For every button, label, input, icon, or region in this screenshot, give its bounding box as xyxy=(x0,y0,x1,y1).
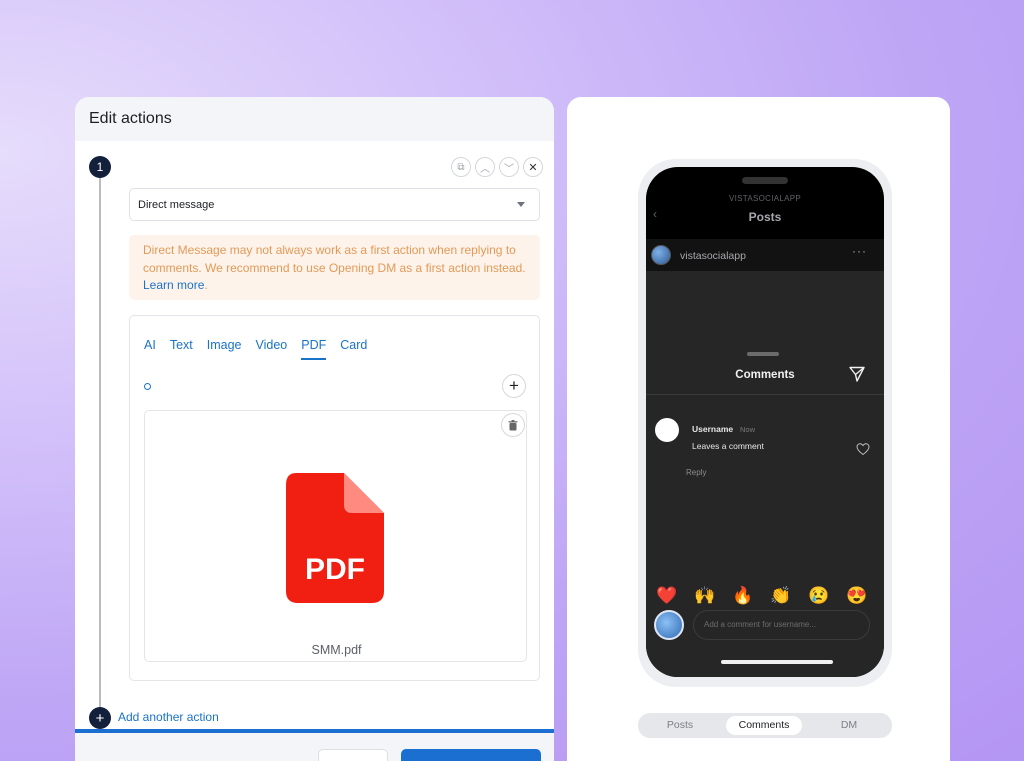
step-controls: ⧉ ︿ ﹀ ✕ xyxy=(451,157,543,177)
heart-icon xyxy=(856,443,870,456)
warning-banner: Direct Message may not always work as a … xyxy=(129,235,540,300)
comment-username: Username xyxy=(692,424,734,434)
emoji-heart: ❤️ xyxy=(656,586,678,605)
move-up-icon[interactable]: ︿ xyxy=(475,157,495,177)
chevron-down-icon xyxy=(517,202,525,207)
post-username: vistasocialapp xyxy=(680,250,746,262)
step-connector-line xyxy=(99,178,101,708)
edit-actions-panel: Edit actions 1 ⧉ ︿ ﹀ ✕ Direct message Di… xyxy=(75,97,554,761)
action-type-select[interactable]: Direct message xyxy=(129,188,540,221)
emoji-fire: 🔥 xyxy=(732,586,754,605)
preview-panel: ‹ VISTASOCIALAPP Posts vistasocialapp ··… xyxy=(567,97,950,761)
commenter-avatar xyxy=(655,418,679,442)
content-type-tabs: AI Text Image Video PDF Card xyxy=(144,338,381,360)
sheet-divider xyxy=(646,394,884,395)
reply-link: Reply xyxy=(686,468,707,477)
emoji-raised-hands: 🙌 xyxy=(694,586,716,605)
account-name: VISTASOCIALAPP xyxy=(728,194,802,203)
home-indicator xyxy=(721,660,833,664)
trash-icon xyxy=(508,419,518,430)
tab-image[interactable]: Image xyxy=(207,338,242,360)
panel-footer: ← xyxy=(75,733,554,761)
tab-text[interactable]: Text xyxy=(170,338,193,360)
move-down-icon[interactable]: ﹀ xyxy=(499,157,519,177)
avatar xyxy=(654,610,684,640)
delete-button[interactable] xyxy=(501,413,525,437)
phone-notch xyxy=(742,177,788,184)
more-options-icon: ··· xyxy=(852,244,867,258)
pdf-icon-label: PDF xyxy=(305,553,365,586)
segment-comments[interactable]: Comments xyxy=(726,716,802,735)
cancel-button[interactable] xyxy=(318,749,388,761)
learn-more-link[interactable]: Learn more xyxy=(143,278,204,292)
message-content-card: AI Text Image Video PDF Card + PDF SMM.p… xyxy=(129,315,540,681)
segment-dm[interactable]: DM xyxy=(810,716,888,735)
sheet-handle xyxy=(747,352,779,356)
save-button[interactable] xyxy=(401,749,541,761)
comments-sheet: Comments Username Now Leaves a comment R… xyxy=(646,342,884,677)
preview-segment-control: Posts Comments DM xyxy=(638,713,892,738)
pdf-file-icon: PDF xyxy=(286,473,384,603)
back-arrow-icon[interactable]: ← xyxy=(93,755,105,761)
add-action-plus-icon[interactable]: + xyxy=(89,707,111,729)
panel-title: Edit actions xyxy=(75,97,554,141)
warning-text: Direct Message may not always work as a … xyxy=(143,243,526,275)
tab-ai[interactable]: AI xyxy=(144,338,156,360)
pdf-preview-area: PDF SMM.pdf xyxy=(144,410,527,662)
close-icon[interactable]: ✕ xyxy=(523,157,543,177)
segment-posts[interactable]: Posts xyxy=(642,716,718,735)
emoji-quick-reactions: ❤️ 🙌 🔥 👏 😢 😍 😮 xyxy=(654,584,884,608)
slide-indicator-dot[interactable] xyxy=(144,383,151,390)
avatar xyxy=(651,245,671,265)
comment-input: Add a comment for username... xyxy=(693,610,870,640)
post-header: vistasocialapp ··· xyxy=(646,239,884,271)
tab-card[interactable]: Card xyxy=(340,338,367,360)
comment-text: Leaves a comment xyxy=(692,441,764,451)
plus-icon: + xyxy=(509,376,519,395)
tab-pdf[interactable]: PDF xyxy=(301,338,327,360)
action-type-value: Direct message xyxy=(138,199,215,211)
warning-text-end: . xyxy=(204,278,208,292)
emoji-surprised: 😮 xyxy=(882,584,884,608)
comment-time: Now xyxy=(740,425,756,434)
screen-title: Posts xyxy=(748,210,782,224)
tab-video[interactable]: Video xyxy=(256,338,288,360)
emoji-clap: 👏 xyxy=(770,586,792,605)
send-icon xyxy=(849,366,865,382)
emoji-heart-eyes: 😍 xyxy=(846,586,868,605)
phone-mockup: ‹ VISTASOCIALAPP Posts vistasocialapp ··… xyxy=(638,159,892,687)
add-another-action-link[interactable]: Add another action xyxy=(118,710,219,724)
emoji-sad: 😢 xyxy=(808,586,830,605)
step-number-badge: 1 xyxy=(89,156,111,178)
file-name: SMM.pdf xyxy=(311,643,362,657)
phone-screen: ‹ VISTASOCIALAPP Posts vistasocialapp ··… xyxy=(646,167,884,677)
add-media-button[interactable]: + xyxy=(502,374,526,398)
duplicate-icon[interactable]: ⧉ xyxy=(451,157,471,177)
